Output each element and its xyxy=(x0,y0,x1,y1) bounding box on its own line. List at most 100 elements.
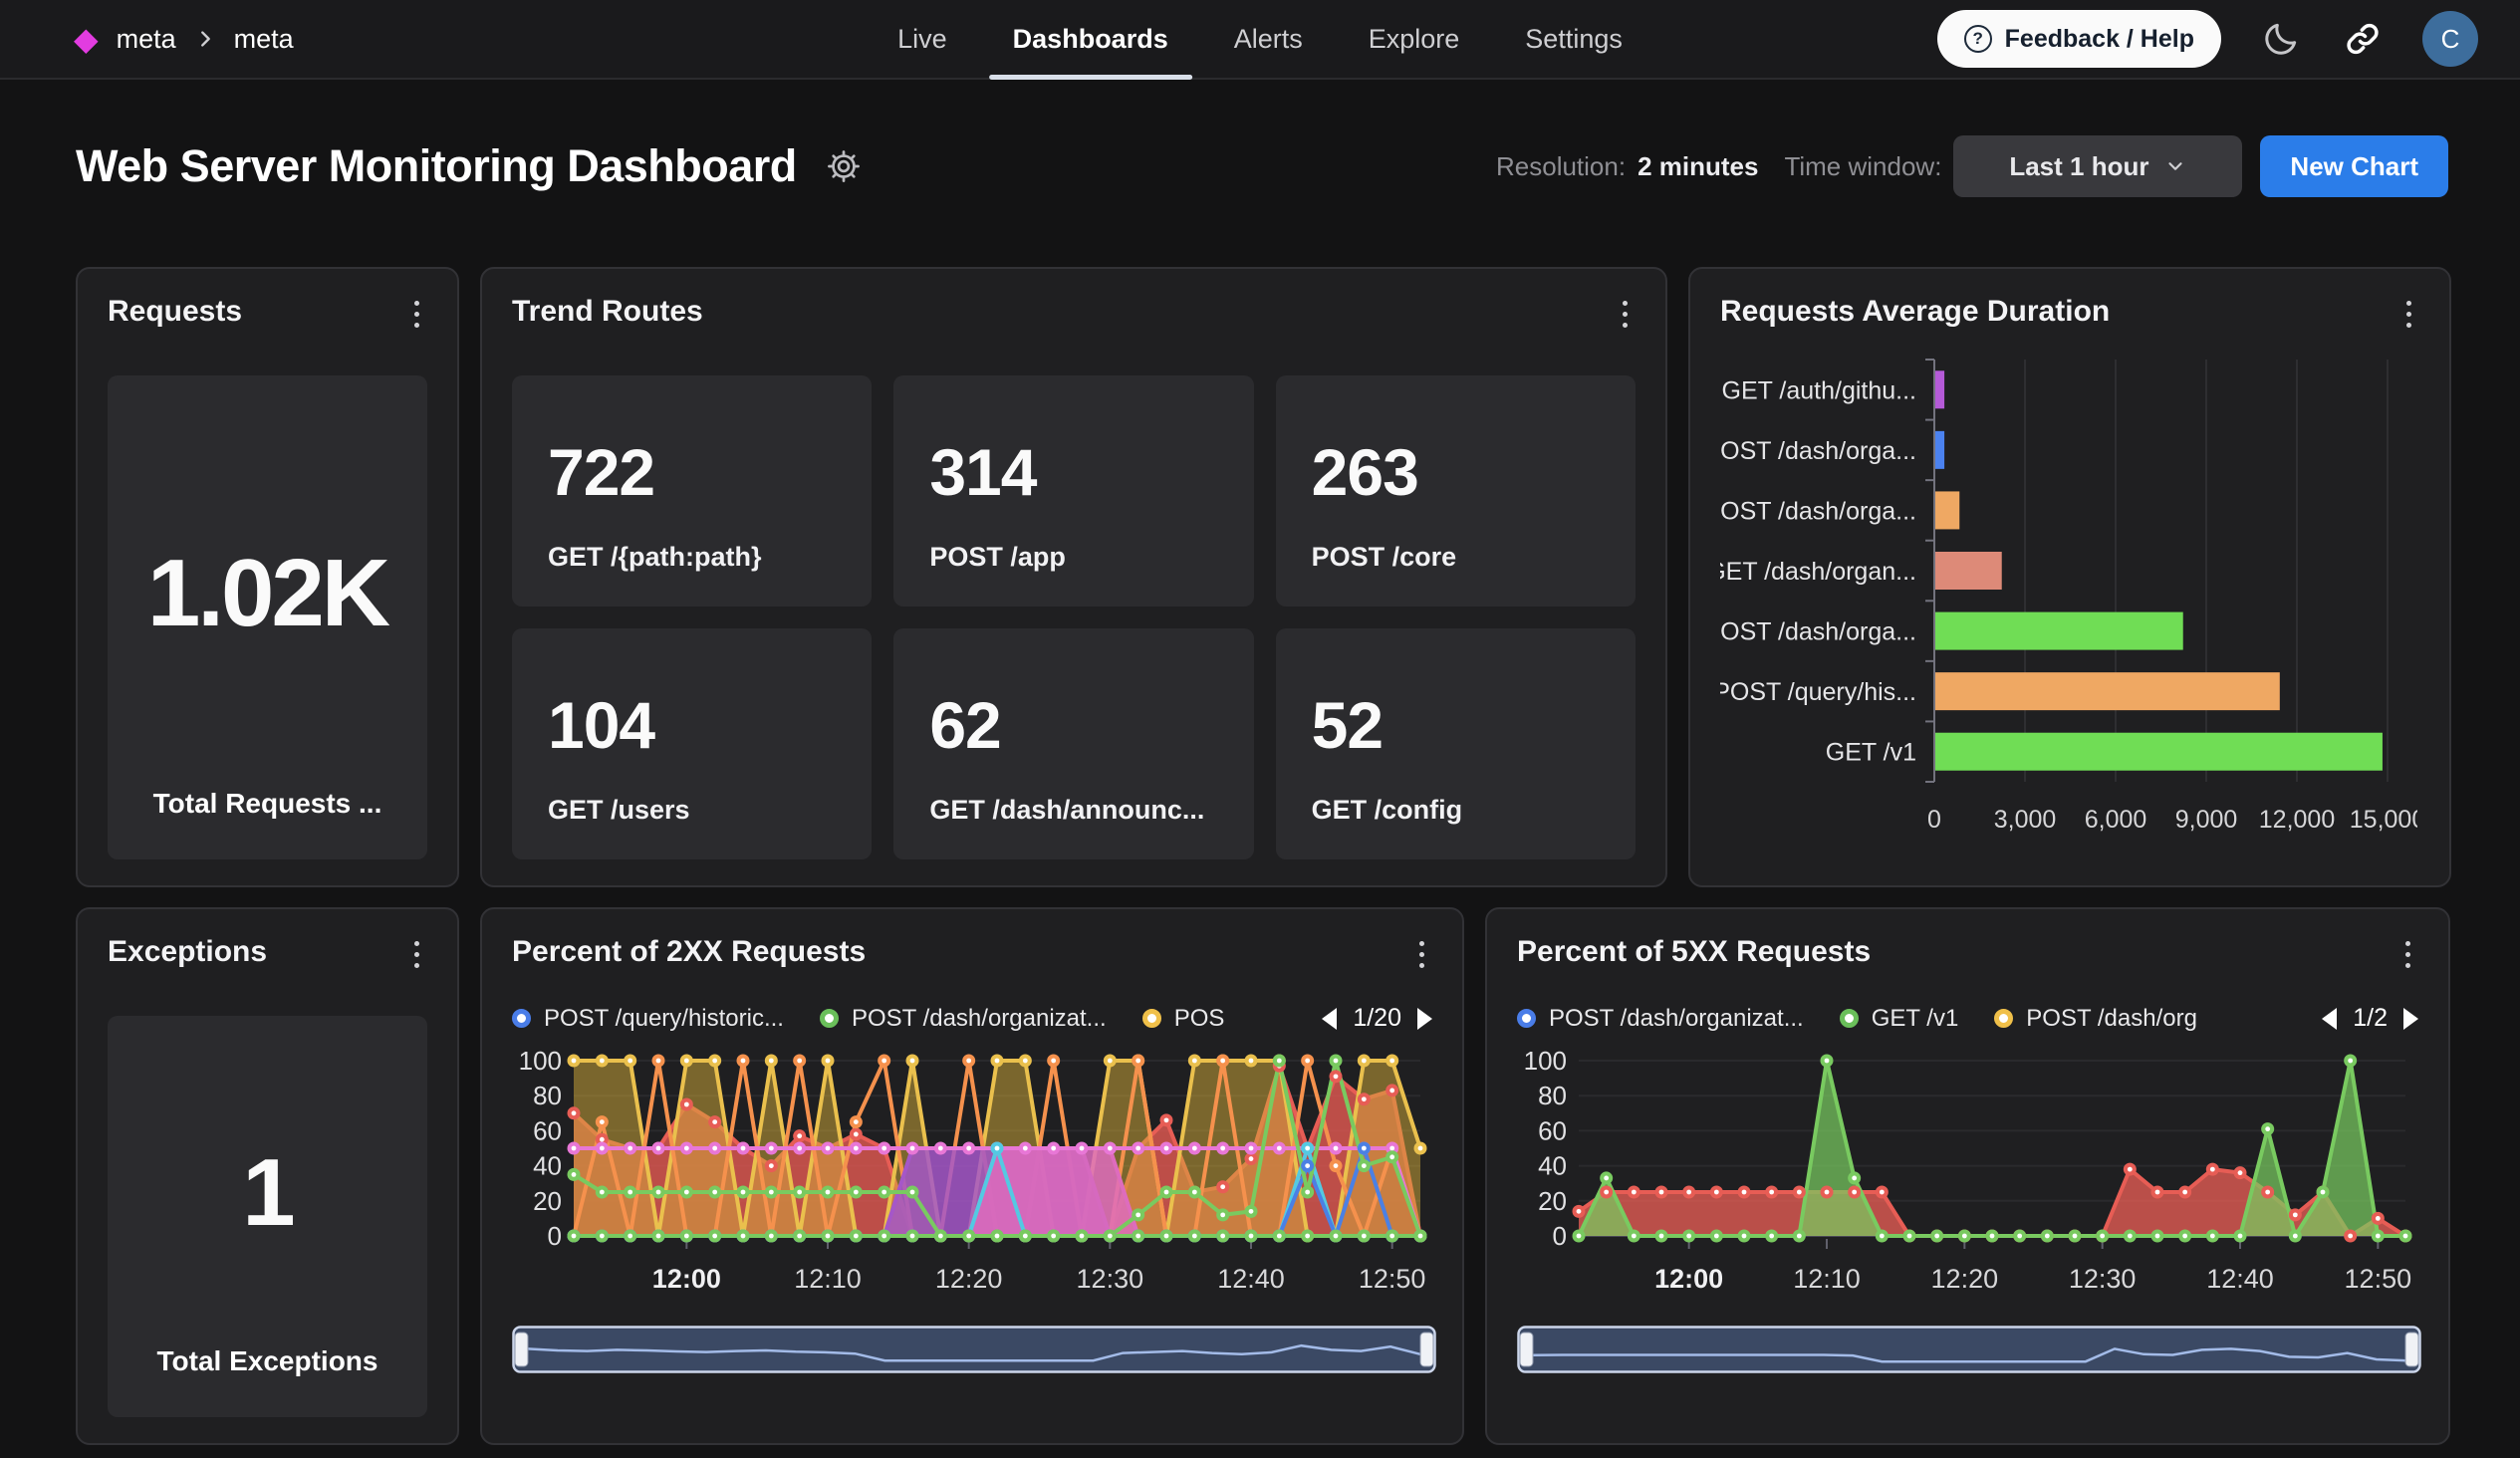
legend-dot-icon xyxy=(1142,1009,1161,1028)
requests-card-menu-button[interactable] xyxy=(406,295,427,334)
percent-5xx-legend: POST /dash/organizat... GET /v1 POST /dash… xyxy=(1517,1004,2418,1033)
svg-text:12:40: 12:40 xyxy=(1217,1264,1285,1294)
percent-5xx-menu-button[interactable] xyxy=(2397,935,2418,974)
svg-text:12,000: 12,000 xyxy=(2259,806,2335,834)
exceptions-card-title: Exceptions xyxy=(108,935,267,969)
tab-settings[interactable]: Settings xyxy=(1525,0,1623,78)
percent-2xx-menu-button[interactable] xyxy=(1411,935,1432,974)
svg-text:POST /dash/orga...: POST /dash/orga... xyxy=(1720,437,1916,465)
gear-icon xyxy=(825,147,863,185)
svg-text:12:00: 12:00 xyxy=(1654,1264,1723,1294)
breadcrumb[interactable]: ◆ meta meta xyxy=(74,23,294,55)
legend-prev-button[interactable] xyxy=(2322,1008,2337,1030)
svg-text:80: 80 xyxy=(1538,1081,1567,1110)
legend-dot-icon xyxy=(512,1009,531,1028)
svg-text:100: 100 xyxy=(1524,1047,1567,1076)
svg-text:100: 100 xyxy=(519,1047,562,1076)
avg-duration-menu-button[interactable] xyxy=(2398,295,2419,334)
tab-live[interactable]: Live xyxy=(897,0,947,78)
dashboard-settings-button[interactable] xyxy=(825,147,863,185)
brand-diamond-icon: ◆ xyxy=(74,23,99,55)
exceptions-card-menu-button[interactable] xyxy=(406,935,427,974)
svg-text:GET /auth/githu...: GET /auth/githu... xyxy=(1722,376,1916,404)
percent-5xx-range-scrollbar[interactable] xyxy=(1517,1326,2421,1373)
tab-explore[interactable]: Explore xyxy=(1369,0,1460,78)
svg-text:12:30: 12:30 xyxy=(1077,1264,1144,1294)
svg-text:12:30: 12:30 xyxy=(2069,1264,2137,1294)
trend-route-value: 52 xyxy=(1312,654,1600,795)
legend-item[interactable]: POST /dash/organizat... xyxy=(1142,1005,1224,1033)
legend-label: POST /dash/org xyxy=(2026,1005,2197,1033)
nav-right-cluster: ? Feedback / Help C xyxy=(1937,10,2478,68)
navigator-handle[interactable] xyxy=(2405,1333,2418,1366)
svg-text:40: 40 xyxy=(533,1151,562,1181)
legend-label: GET /v1 xyxy=(1872,1005,1959,1033)
share-link-button[interactable] xyxy=(2341,17,2385,61)
svg-text:3,000: 3,000 xyxy=(1994,806,2057,834)
svg-text:GET /dash/organ...: GET /dash/organ... xyxy=(1720,558,1916,586)
legend-label: POST /query/historic... xyxy=(544,1005,784,1033)
avg-duration-bar-chart: 03,0006,0009,00012,00015,000GET /auth/gi… xyxy=(1720,348,2417,846)
tab-dashboards[interactable]: Dashboards xyxy=(1013,0,1168,78)
navigator-handle[interactable] xyxy=(1420,1333,1433,1366)
percent-5xx-card: Percent of 5XX Requests POST /dash/organ… xyxy=(1485,907,2450,1445)
percent-2xx-line-chart: 02040608010012:0012:1012:2012:3012:4012:… xyxy=(512,1047,1436,1301)
trend-routes-menu-button[interactable] xyxy=(1615,295,1636,334)
brand-name[interactable]: meta xyxy=(117,24,176,55)
header-controls: Resolution: 2 minutes Time window: Last … xyxy=(1496,135,2448,197)
legend-item[interactable]: POST /query/historic... xyxy=(512,1005,784,1033)
trend-route-value: 722 xyxy=(548,401,836,542)
total-exceptions-label: Total Exceptions xyxy=(157,1345,378,1393)
trend-route-tile: 722GET /{path:path} xyxy=(512,375,872,607)
navigator-handle[interactable] xyxy=(1520,1333,1533,1366)
svg-text:0: 0 xyxy=(548,1221,562,1251)
user-avatar[interactable]: C xyxy=(2422,11,2478,67)
percent-2xx-chart: 02040608010012:0012:1012:2012:3012:4012:… xyxy=(512,1047,1432,1306)
time-window-dropdown[interactable]: Last 1 hour xyxy=(1953,135,2242,197)
percent-2xx-navigator[interactable] xyxy=(512,1326,1432,1378)
feedback-help-button[interactable]: ? Feedback / Help xyxy=(1937,10,2221,68)
new-chart-button[interactable]: New Chart xyxy=(2260,135,2448,197)
trend-route-value: 104 xyxy=(548,654,836,795)
bar-2 xyxy=(1935,491,1959,529)
svg-text:40: 40 xyxy=(1538,1151,1567,1181)
svg-text:6,000: 6,000 xyxy=(2085,806,2147,834)
trend-route-label: GET /{path:path} xyxy=(548,542,836,581)
legend-item[interactable]: POST /dash/organizat... xyxy=(1517,1005,1804,1033)
svg-text:15,000: 15,000 xyxy=(2350,806,2417,834)
svg-text:60: 60 xyxy=(1538,1115,1567,1145)
svg-text:POST /dash/orga...: POST /dash/orga... xyxy=(1720,497,1916,525)
feedback-help-label: Feedback / Help xyxy=(2005,25,2194,54)
percent-2xx-title: Percent of 2XX Requests xyxy=(512,935,866,969)
legend-item[interactable]: POST /dash/organizat... xyxy=(820,1005,1107,1033)
svg-text:12:00: 12:00 xyxy=(652,1264,721,1294)
navigator-handle[interactable] xyxy=(515,1333,528,1366)
bar-4 xyxy=(1935,612,2183,650)
legend-item[interactable]: GET /v1 xyxy=(1840,1005,1959,1033)
total-requests-value: 1.02K xyxy=(147,399,387,788)
percent-2xx-range-scrollbar[interactable] xyxy=(512,1326,1436,1373)
breadcrumb-current[interactable]: meta xyxy=(234,24,294,55)
legend-next-button[interactable] xyxy=(2403,1008,2418,1030)
dark-mode-toggle[interactable] xyxy=(2259,17,2303,61)
trend-route-tile: 62GET /dash/announc... xyxy=(893,628,1253,859)
svg-text:20: 20 xyxy=(533,1186,562,1216)
svg-text:12:50: 12:50 xyxy=(2345,1264,2412,1294)
total-requests-label: Total Requests ... xyxy=(153,788,382,836)
legend-page-indicator: 1/2 xyxy=(2353,1004,2388,1033)
legend-next-button[interactable] xyxy=(1417,1008,1432,1030)
trend-route-label: GET /dash/announc... xyxy=(929,795,1217,834)
time-window-value: Last 1 hour xyxy=(2009,151,2148,182)
percent-2xx-card: Percent of 2XX Requests POST /query/hist… xyxy=(480,907,1464,1445)
svg-text:60: 60 xyxy=(533,1115,562,1145)
trend-route-label: GET /users xyxy=(548,795,836,834)
trend-route-label: POST /core xyxy=(1312,542,1600,581)
tab-alerts[interactable]: Alerts xyxy=(1234,0,1303,78)
requests-stat-tile: 1.02K Total Requests ... xyxy=(108,375,427,859)
navigator-track[interactable] xyxy=(1519,1328,2420,1372)
exceptions-stat-tile: 1 Total Exceptions xyxy=(108,1016,427,1417)
legend-prev-button[interactable] xyxy=(1322,1008,1337,1030)
percent-5xx-navigator[interactable] xyxy=(1517,1326,2418,1378)
legend-item[interactable]: POST /dash/org xyxy=(1994,1005,2197,1033)
svg-text:POST /dash/orga...: POST /dash/orga... xyxy=(1720,618,1916,646)
